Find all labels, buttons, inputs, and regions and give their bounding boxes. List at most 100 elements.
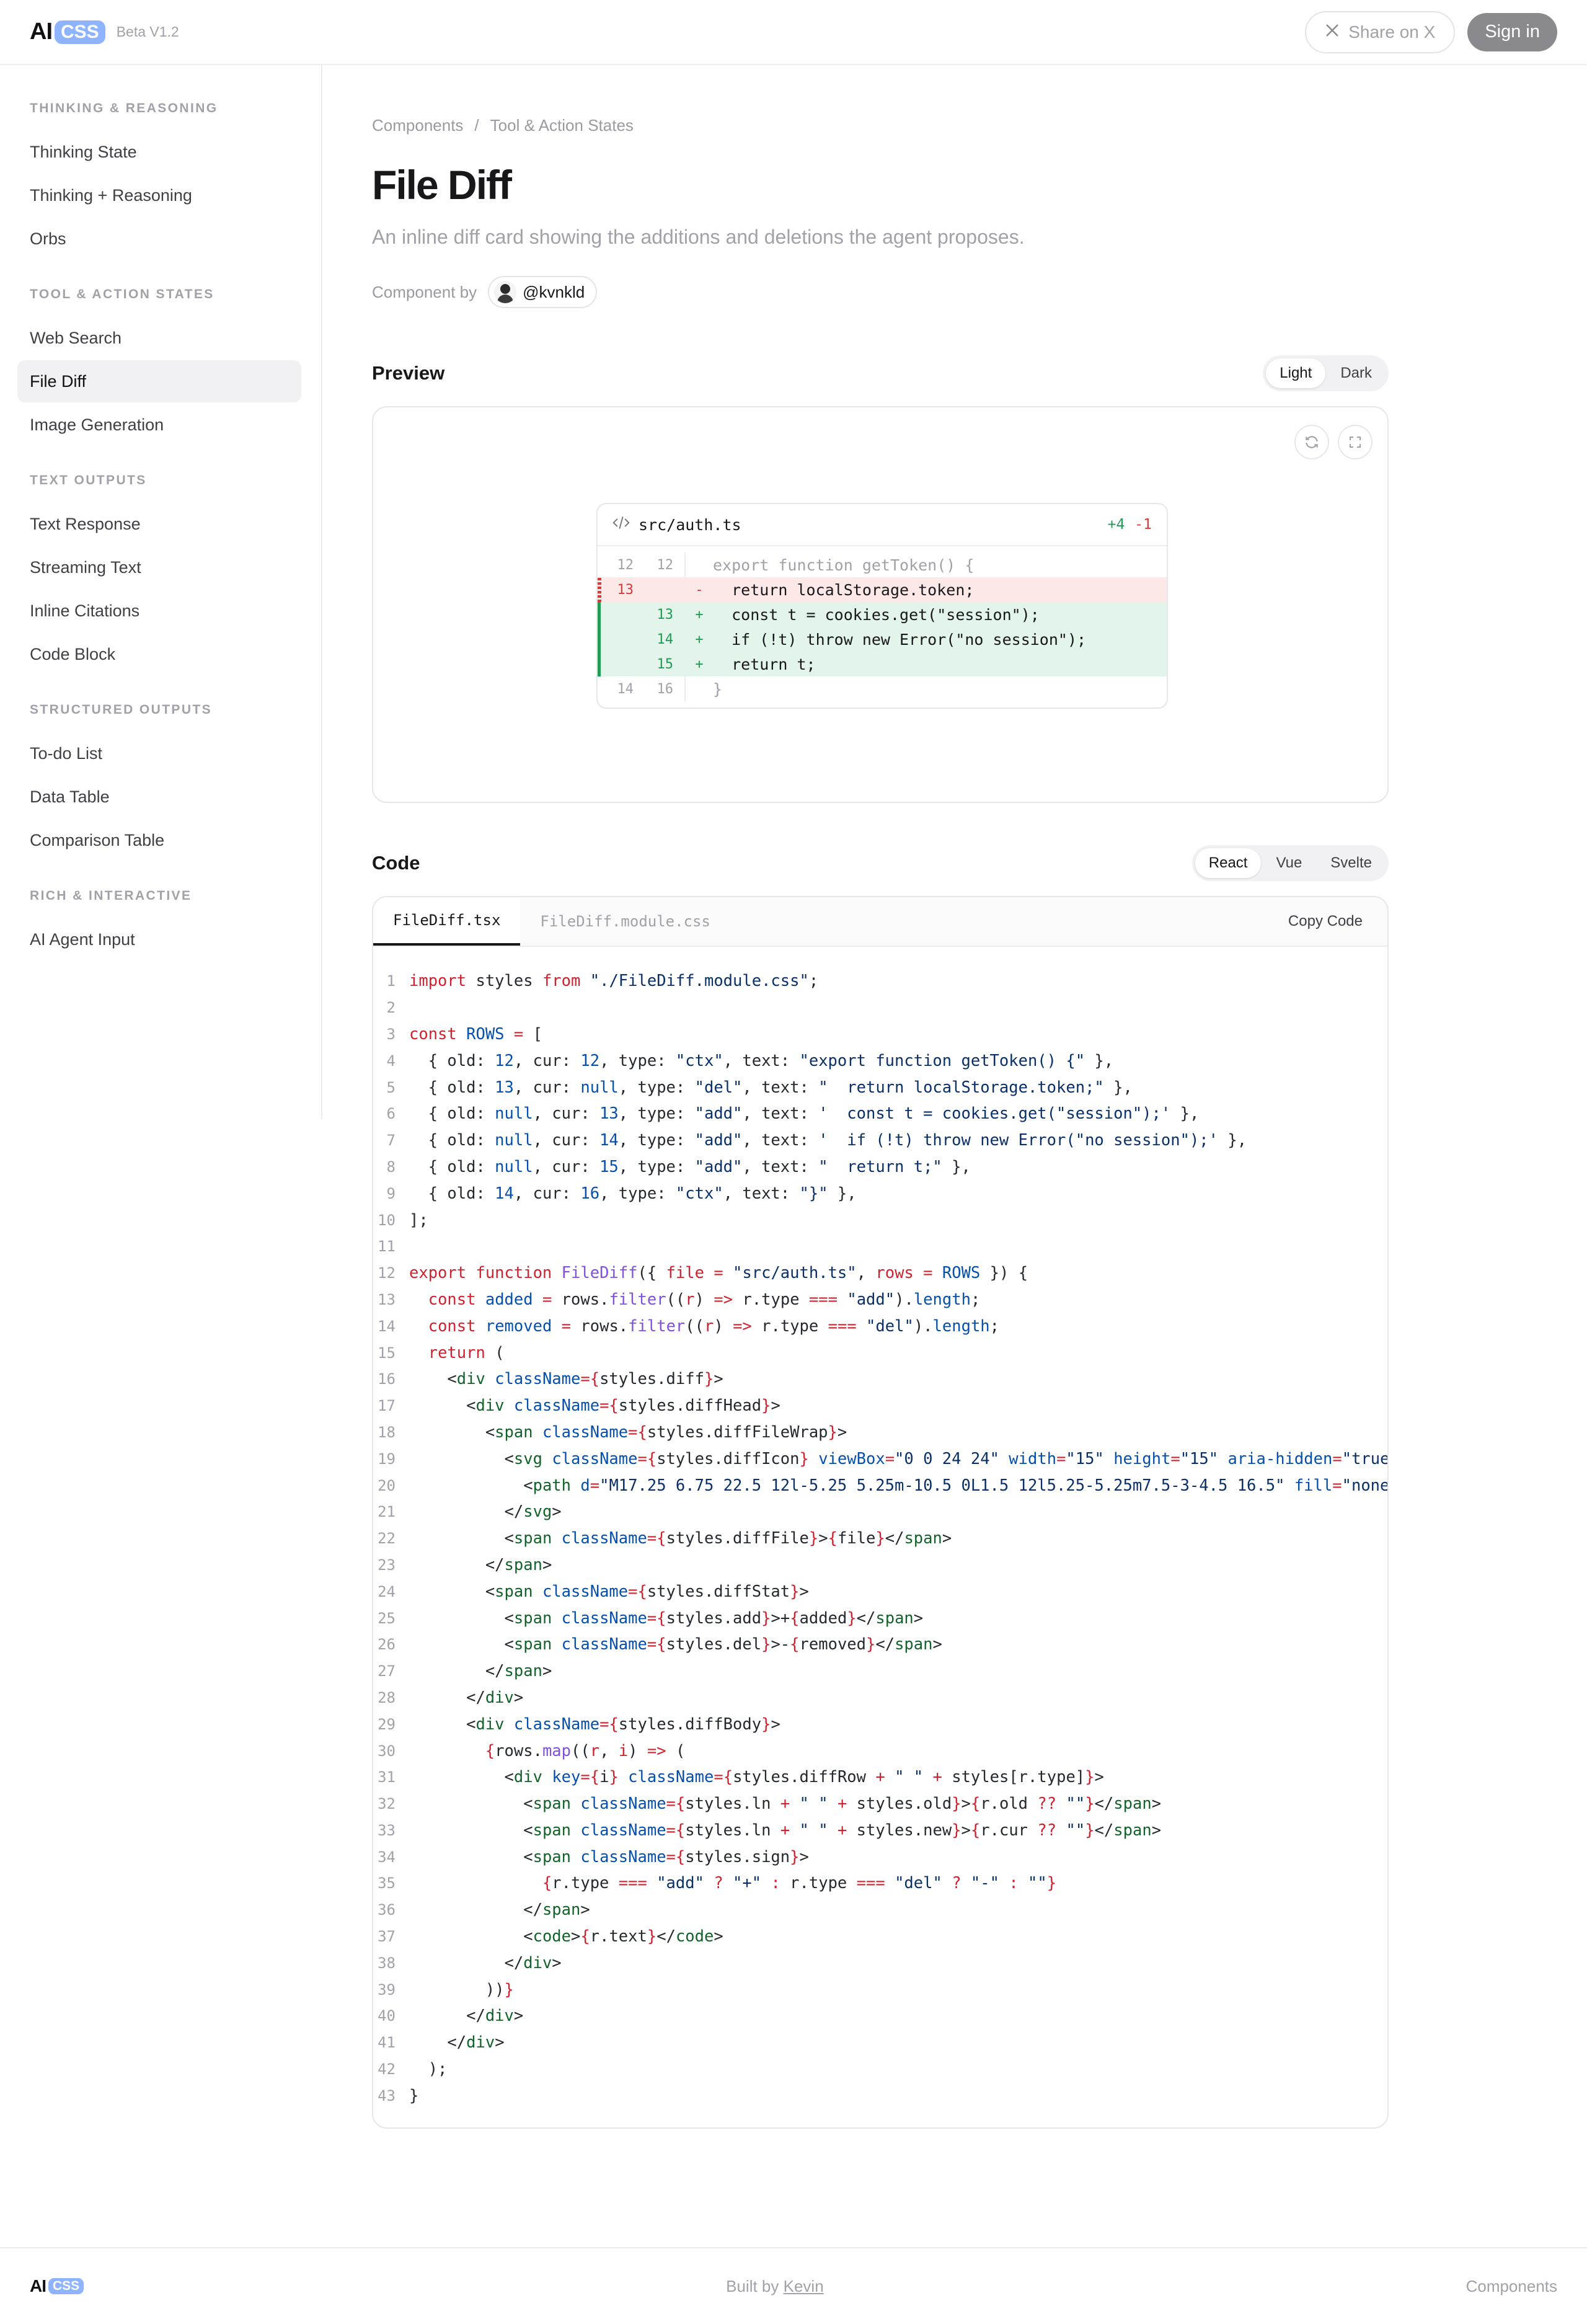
code-text: { old: 14, cur: 16, type: "ctx", text: "… [409,1184,857,1203]
sidebar-item-file-diff[interactable]: File Diff [17,360,301,402]
breadcrumb-tool-action-states[interactable]: Tool & Action States [490,116,634,135]
page-subtitle: An inline diff card showing the addition… [372,226,1025,248]
sidebar-item-inline-citations[interactable]: Inline Citations [17,590,301,632]
old-line-number: 14 [617,681,634,697]
code-line: 43} [373,2082,1387,2109]
component-author-row: Component by @kvnkld [372,276,1389,308]
diff-row: 13 - return localStorage.token; [598,577,1167,602]
preview-panel: src/auth.ts +4 -1 12 12 export function … [372,406,1389,803]
breadcrumb-components[interactable]: Components [372,116,463,135]
x-logo-icon [1325,22,1340,42]
footer-components-link[interactable]: Components [1466,2277,1557,2296]
framework-svelte-button[interactable]: Svelte [1317,848,1386,878]
share-label: Share on X [1348,22,1436,42]
sidebar-item-text-response[interactable]: Text Response [17,503,301,545]
tab-filediff-module-css[interactable]: FileDiff.module.css [520,897,730,946]
share-on-x-button[interactable]: Share on X [1305,11,1456,53]
breadcrumb: Components / Tool & Action States [372,116,1389,135]
page-title: File Diff [372,162,512,208]
code-text: {r.type === "add" ? "+" : r.type === "de… [542,1874,1057,1893]
sidebar-item-orbs[interactable]: Orbs [17,218,301,260]
sidebar-item-web-search[interactable]: Web Search [17,317,301,359]
logo-css-badge: CSS [55,20,105,44]
nav-group-thinking: THINKING & REASONING Thinking State Thin… [0,101,321,260]
breadcrumb-separator: / [474,116,479,135]
theme-light-button[interactable]: Light [1266,358,1326,388]
framework-react-button[interactable]: React [1195,848,1262,878]
code-line: 34 <span className={styles.sign}> [373,1843,1387,1870]
code-line: 21 </svg> [373,1499,1387,1525]
sidebar-item-todo-list[interactable]: To-do List [17,732,301,774]
version-label: Beta V1.2 [116,24,179,40]
code-line: 35 {r.type === "add" ? "+" : r.type === … [373,1870,1387,1897]
diff-code: return t; [713,655,816,673]
sidebar-item-image-generation[interactable]: Image Generation [17,404,301,446]
old-line-number: 13 [617,582,634,598]
line-number: 20 [378,1476,396,1494]
line-number: 22 [378,1530,396,1548]
code-text: <code>{r.text}</code> [409,1927,723,1946]
expand-icon[interactable] [1338,425,1373,459]
built-by-text: Built by Kevin [726,2277,824,2296]
code-text: <span className={styles.diffFile}>{file}… [409,1529,952,1548]
sidebar-item-data-table[interactable]: Data Table [17,776,301,818]
old-line-number: 12 [617,557,634,573]
line-number: 21 [378,1503,396,1521]
logo[interactable]: AI CSS Beta V1.2 [30,19,179,45]
sidebar-item-thinking-reasoning[interactable]: Thinking + Reasoning [17,174,301,216]
line-number: 33 [378,1821,396,1839]
line-number: 42 [378,2060,396,2078]
code-line: 11 [373,1233,1387,1260]
code-text: {rows.map((r, i) => ( [485,1741,686,1760]
line-number: 16 [378,1370,396,1388]
line-number: 18 [378,1423,396,1441]
diff-row: 15 + return t; [598,652,1167,676]
code-file-tabs: FileDiff.tsx FileDiff.module.css Copy Co… [373,897,1387,947]
author-link[interactable]: Kevin [784,2277,824,2295]
new-line-number: 12 [656,557,674,573]
main-content: Components / Tool & Action States File D… [372,65,1389,2129]
sidebar-item-ai-agent-input[interactable]: AI Agent Input [17,918,301,960]
footer-logo[interactable]: AI CSS [30,2276,84,2296]
sign-in-button[interactable]: Sign in [1467,12,1557,51]
line-number: 34 [378,1848,396,1866]
code-line: 16 <div className={styles.diff}> [373,1366,1387,1393]
line-number: 36 [378,1901,396,1919]
code-line: 17 <div className={styles.diffHead}> [373,1393,1387,1419]
line-number: 8 [386,1158,396,1176]
code-text: <span className={styles.ln + " " + style… [409,1794,1162,1814]
author-handle: @kvnkld [523,282,585,301]
framework-vue-button[interactable]: Vue [1262,848,1315,878]
copy-code-button[interactable]: Copy Code [1288,897,1363,946]
code-text: <svg className={styles.diffIcon} viewBox… [409,1449,1387,1468]
refresh-icon[interactable] [1294,425,1329,459]
code-text: ]; [409,1210,428,1230]
line-number: 38 [378,1954,396,1972]
diff-sign: - [695,582,704,598]
sidebar-item-code-block[interactable]: Code Block [17,633,301,675]
sidebar-item-streaming-text[interactable]: Streaming Text [17,546,301,588]
code-listing: 1 import styles from "./FileDiff.module.c… [373,947,1387,2127]
code-text: </span> [409,1900,590,1920]
code-text: </div> [409,2007,524,2026]
code-text: import styles from "./FileDiff.module.cs… [409,972,819,991]
code-text: <span className={styles.ln + " " + style… [409,1821,1162,1840]
line-number: 14 [378,1317,396,1335]
code-line: 30 {rows.map((r, i) => ( [373,1737,1387,1764]
code-line: 6 { old: null, cur: 13, type: "add", tex… [373,1101,1387,1127]
line-number: 3 [386,1025,396,1043]
line-number: 13 [378,1290,396,1308]
sidebar-item-comparison-table[interactable]: Comparison Table [17,819,301,861]
diff-body: 12 12 export function getToken() { 13 - … [598,552,1167,701]
theme-dark-button[interactable]: Dark [1327,358,1386,388]
line-number: 30 [378,1742,396,1760]
code-text: <div key={i} className={styles.diffRow +… [409,1768,1104,1787]
sidebar-item-thinking-state[interactable]: Thinking State [17,131,301,173]
built-by-label: Built by [726,2276,779,2295]
file-diff-card: src/auth.ts +4 -1 12 12 export function … [596,503,1168,709]
author-chip[interactable]: @kvnkld [488,276,598,308]
code-line: 37 <code>{r.text}</code> [373,1923,1387,1950]
preview-header: Preview Light Dark [372,355,1389,391]
tab-filediff-tsx[interactable]: FileDiff.tsx [373,897,521,946]
diff-added-count: +4 [1107,517,1125,533]
